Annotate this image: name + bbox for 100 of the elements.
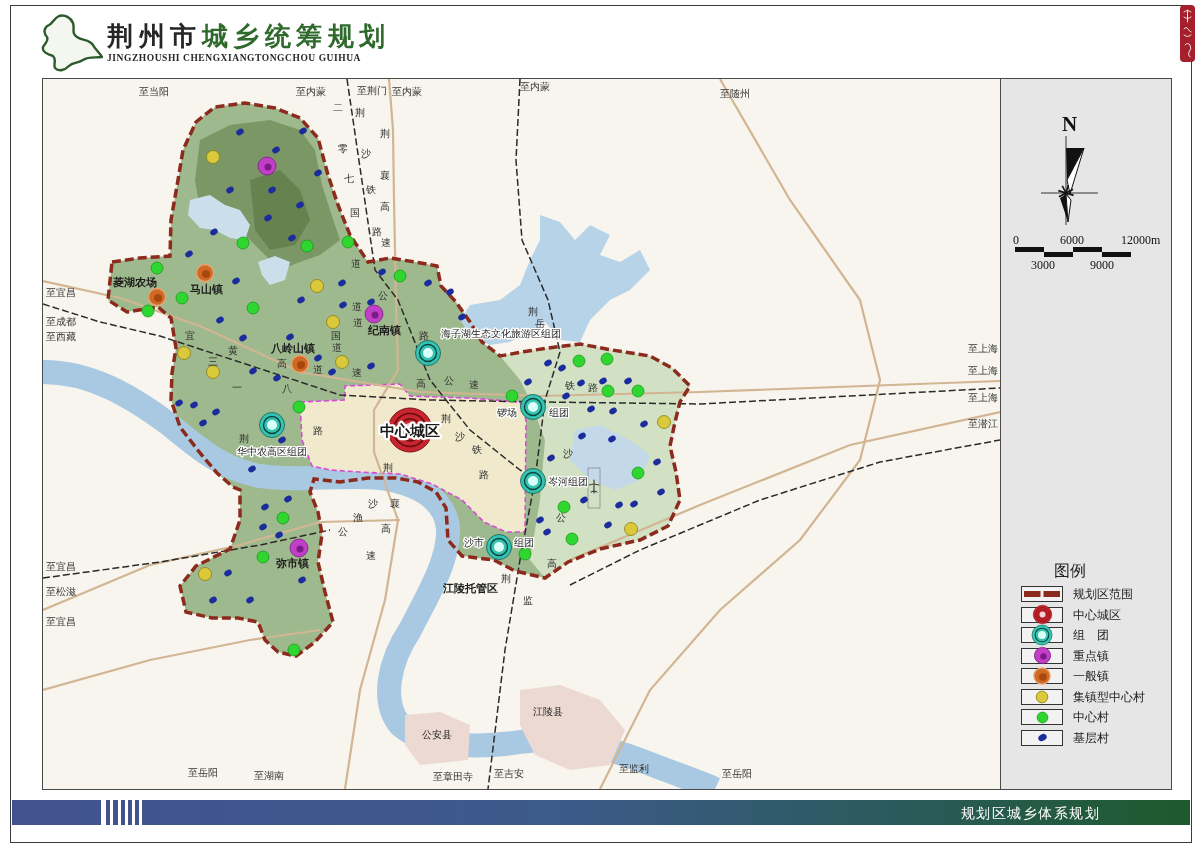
scale-label: 12000m xyxy=(1121,234,1161,246)
road-label: 高 xyxy=(547,558,557,569)
road-label: 宜 xyxy=(185,330,195,341)
title-place-name: 荆州市 xyxy=(107,21,202,52)
road-label: 路 xyxy=(479,469,489,480)
road-label: 七 xyxy=(344,173,354,184)
scale-bar-icon xyxy=(1015,247,1131,257)
road-label: 速 xyxy=(366,550,376,561)
road-label: 路 xyxy=(588,382,598,393)
direction-label: 至随州 xyxy=(720,88,750,99)
direction-label: 至上海 xyxy=(968,343,998,354)
road-label: 二 xyxy=(333,102,343,113)
north-label: N xyxy=(1062,114,1078,134)
road-label: 一 xyxy=(232,382,242,393)
cluster-label: 锣场 xyxy=(497,407,517,418)
direction-label: 至宜昌 xyxy=(46,287,76,298)
town-label: 弥市镇 xyxy=(276,557,309,570)
road-label: 道 xyxy=(351,258,361,269)
compass-icon xyxy=(1040,134,1100,226)
road-label: 国 xyxy=(350,207,360,218)
town-label: 八岭山镇 xyxy=(271,342,315,355)
direction-label: 至当阳 xyxy=(139,86,169,97)
lake xyxy=(188,195,250,240)
road-label: 沙 xyxy=(361,148,371,159)
road-label: 道 xyxy=(353,317,363,328)
title-subject: 城乡统筹规划 xyxy=(201,21,391,52)
town-label: 菱湖农场 xyxy=(113,276,157,289)
road-label: 国 xyxy=(331,330,341,341)
legend-label: 中心村 xyxy=(1073,710,1109,725)
legend-label: 重点镇 xyxy=(1073,648,1109,663)
road-label: 道 xyxy=(332,342,342,353)
road-label: 荆 xyxy=(441,413,451,424)
legend-label: 组 团 xyxy=(1073,628,1109,643)
direction-label: 至岳阳 xyxy=(722,768,752,779)
road-label: 路 xyxy=(372,226,382,237)
road-label: 荆 xyxy=(383,462,393,473)
road-label: 荆 xyxy=(501,573,511,584)
county-label: 公安县 xyxy=(422,729,452,740)
road-label: 速 xyxy=(352,367,362,378)
road-label: 襄 xyxy=(390,498,400,509)
road-label: 高 xyxy=(380,201,390,212)
legend-title: 图例 xyxy=(1054,561,1086,581)
road-label: 铁 xyxy=(366,184,376,195)
legend-label: 一般镇 xyxy=(1073,669,1109,684)
road-label: 铁 xyxy=(565,380,575,391)
road-label: 高 xyxy=(381,523,391,534)
cluster-label: 岑河组团 xyxy=(548,476,588,487)
direction-label: 至成都 xyxy=(46,316,76,327)
direction-label: 至上海 xyxy=(968,365,998,376)
road-label: 岳 xyxy=(535,318,545,329)
road-label: 渔 xyxy=(353,512,363,523)
legend-label: 中心城区 xyxy=(1073,607,1121,622)
road-label: 沙 xyxy=(368,498,378,509)
road-label: 沙 xyxy=(455,431,465,442)
town-label: 马山镇 xyxy=(190,283,223,296)
cluster-label: 组团 xyxy=(549,407,569,418)
road-label: 道 xyxy=(313,364,323,375)
direction-label: 至荆门 xyxy=(357,85,387,96)
scale-label: 3000 xyxy=(1031,259,1055,271)
road-label: 路 xyxy=(419,330,429,341)
scale-label: 0 xyxy=(1013,234,1019,246)
road-label: 黄 xyxy=(228,345,238,356)
road-label: 铁 xyxy=(472,444,482,455)
area-label: 江陵托管区 xyxy=(443,582,498,595)
direction-label: 至内蒙 xyxy=(392,86,422,97)
road-label: 公 xyxy=(338,526,348,537)
direction-label: 至上海 xyxy=(968,392,998,403)
direction-label: 至内蒙 xyxy=(520,81,550,92)
title-pinyin: JINGZHOUSHI CHENGXIANGTONGCHOU GUIHUA xyxy=(107,53,362,64)
road-label: 荆 xyxy=(528,306,538,317)
road-label: 高 xyxy=(277,358,287,369)
lake xyxy=(258,256,290,285)
cluster-label: 海子湖生态文化旅游区组团 xyxy=(441,328,561,339)
direction-label: 至监利 xyxy=(619,763,649,774)
road-label: 高 xyxy=(416,378,426,389)
cluster-label: 华中农高区组团 xyxy=(237,446,307,457)
legend-label: 集镇型中心村 xyxy=(1073,689,1145,704)
road-label: 速 xyxy=(381,237,391,248)
legend-label: 规划区范围 xyxy=(1073,587,1133,602)
direction-label: 至潜江 xyxy=(968,418,998,429)
road-label: 荆 xyxy=(380,128,390,139)
direction-label: 至岳阳 xyxy=(188,767,218,778)
road-label: 路 xyxy=(313,425,323,436)
direction-label: 至宜昌 xyxy=(46,616,76,627)
direction-label: 至章田寺 xyxy=(433,771,473,782)
scale-label: 6000 xyxy=(1060,234,1084,246)
county-label: 江陵县 xyxy=(533,706,563,717)
road-label: 道 xyxy=(352,301,362,312)
road-label: 公 xyxy=(378,290,388,301)
direction-label: 至松滋 xyxy=(46,586,76,597)
road-label: 三 xyxy=(208,356,218,367)
cluster-label: 沙市 xyxy=(464,537,484,548)
legend-label: 基层村 xyxy=(1073,730,1109,745)
footer-title: 规划区城乡体系规划 xyxy=(960,803,1100,822)
road-label: 八 xyxy=(282,383,292,394)
urban-area xyxy=(405,712,470,765)
road-label: 沙 xyxy=(563,448,573,459)
direction-label: 至湖南 xyxy=(254,770,284,781)
road-label: 襄 xyxy=(380,170,390,181)
road-label: 公 xyxy=(444,375,454,386)
